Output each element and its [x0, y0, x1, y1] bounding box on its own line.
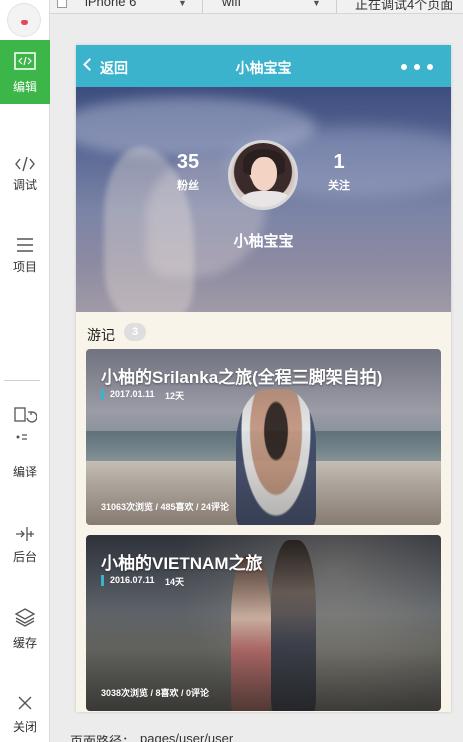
- travel-date: 2016.07.11: [110, 575, 155, 585]
- sidebar-item-label: 编辑: [12, 80, 37, 94]
- phone-simulator: 返回 小柚宝宝 35 粉丝 1 关注 小柚宝宝 游记 3 小柚的Srilanka…: [76, 45, 451, 712]
- device-select[interactable]: iPhone 6: [85, 0, 136, 9]
- travel-date: 2017.01.11: [110, 389, 155, 399]
- count-badge: 3: [124, 323, 146, 341]
- debug-icon: [15, 156, 35, 172]
- profile-header: 35 粉丝 1 关注 小柚宝宝: [76, 87, 451, 312]
- page-path-bar: 页面路径： pages/user/user: [50, 725, 463, 742]
- ide-sidebar: 编辑 调试 项目 编译 后台 缓存 关闭: [0, 0, 50, 742]
- chevron-down-icon[interactable]: ▼: [178, 0, 187, 8]
- sidebar-item-compile[interactable]: 编译: [0, 404, 50, 479]
- layers-icon: [14, 608, 36, 627]
- travel-card[interactable]: 小柚的Srilanka之旅(全程三脚架自拍) 2017.01.11 12天 31…: [86, 349, 441, 525]
- sidebar-item-label: 后台: [12, 550, 37, 564]
- device-frame-icon[interactable]: [57, 0, 67, 8]
- compile-icon: [14, 407, 37, 440]
- travel-card-stats: 31063次浏览 / 485喜欢 / 24评论: [101, 502, 230, 512]
- sidebar-item-project[interactable]: 项目: [0, 228, 50, 292]
- heart-icon: [21, 20, 28, 25]
- sidebar-item-label: 调试: [12, 178, 37, 192]
- travel-card-title: 小柚的Srilanka之旅(全程三脚架自拍): [101, 368, 383, 387]
- fans-count: 35: [176, 151, 200, 173]
- background-icon: [16, 527, 34, 541]
- sidebar-item-label: 编译: [12, 465, 37, 479]
- chevron-down-icon[interactable]: ▼: [312, 0, 321, 8]
- close-icon: [18, 696, 32, 710]
- follow-stat[interactable]: 1 关注: [309, 151, 369, 193]
- travel-days: 14天: [165, 577, 185, 587]
- code-icon: [14, 52, 36, 70]
- sidebar-item-label: 项目: [12, 260, 37, 274]
- sidebar-item-background[interactable]: 后台: [0, 520, 50, 584]
- profile-avatar[interactable]: [228, 140, 298, 210]
- fans-stat[interactable]: 35 粉丝: [158, 151, 218, 193]
- section-title: 游记: [87, 327, 115, 343]
- travel-card-stats: 3038次浏览 / 8喜欢 / 0评论: [101, 688, 210, 698]
- page-title: 小柚宝宝: [235, 60, 292, 76]
- page-path-label: 页面路径：: [70, 734, 136, 742]
- sidebar-item-debug[interactable]: 调试: [0, 145, 50, 209]
- fans-label: 粉丝: [177, 180, 199, 192]
- follow-count: 1: [333, 151, 345, 173]
- profile-name: 小柚宝宝: [233, 233, 294, 250]
- sidebar-item-label: 关闭: [12, 720, 37, 734]
- sidebar-item-edit[interactable]: 编辑: [0, 40, 50, 104]
- network-select[interactable]: wifi: [222, 0, 241, 9]
- more-options-icon[interactable]: [401, 64, 433, 70]
- follow-label: 关注: [328, 180, 350, 192]
- sidebar-divider: [4, 380, 40, 381]
- sidebar-item-close[interactable]: 关闭: [0, 690, 50, 742]
- travel-card[interactable]: 小柚的VIETNAM之旅 2016.07.11 14天 3038次浏览 / 8喜…: [86, 535, 441, 711]
- travel-days: 12天: [165, 391, 185, 401]
- page-path-value[interactable]: pages/user/user: [140, 731, 233, 742]
- menu-icon: [17, 238, 33, 252]
- simulator-toolbar: iPhone 6 ▼ wifi ▼ 正在调试4个页面: [50, 0, 463, 14]
- user-avatar[interactable]: [7, 3, 41, 37]
- debug-status[interactable]: 正在调试4个页面: [355, 0, 453, 13]
- sidebar-item-label: 缓存: [12, 636, 37, 650]
- sidebar-item-cache[interactable]: 缓存: [0, 603, 50, 667]
- navigation-bar: 返回 小柚宝宝: [76, 45, 451, 87]
- travel-card-title: 小柚的VIETNAM之旅: [101, 554, 263, 573]
- travel-list-section: 游记 3 小柚的Srilanka之旅(全程三脚架自拍) 2017.01.11 1…: [76, 312, 451, 712]
